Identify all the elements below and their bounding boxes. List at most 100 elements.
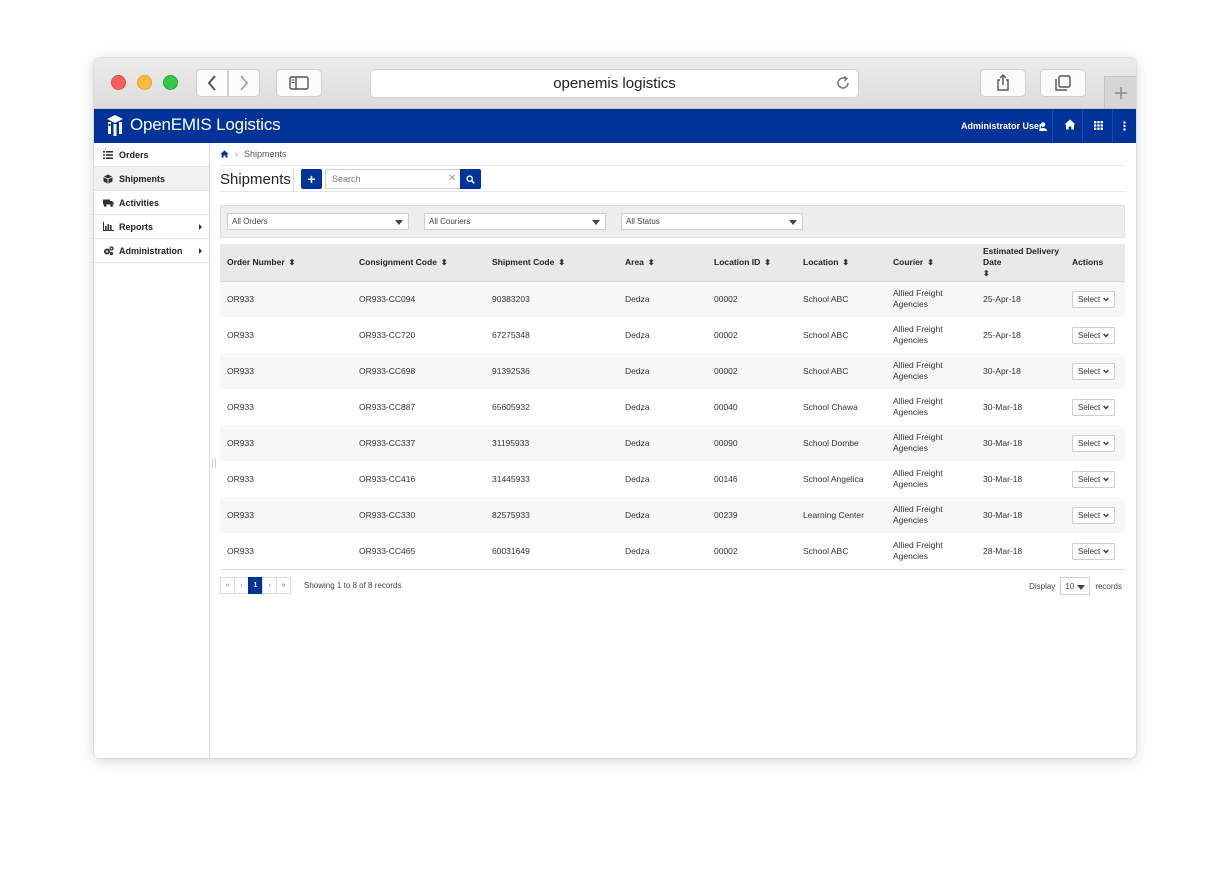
page-1-button[interactable]: 1 xyxy=(248,577,263,594)
new-tab-button[interactable] xyxy=(1104,76,1136,108)
table-row: OR933 OR933-CC416 31445933 Dedza 00146 School… xyxy=(220,461,1125,497)
close-window-button[interactable] xyxy=(111,75,126,90)
sort-icon[interactable]: ⬍ xyxy=(983,268,990,279)
search-button[interactable] xyxy=(460,169,481,189)
forward-button[interactable] xyxy=(228,69,260,97)
column-header-area[interactable]: Area ⬍ xyxy=(618,244,707,282)
reload-icon[interactable] xyxy=(835,75,851,95)
zoom-window-button[interactable] xyxy=(163,75,178,90)
sort-icon[interactable]: ⬍ xyxy=(648,258,655,267)
location-id-cell: 00002 xyxy=(714,546,738,556)
area-cell: Dedza xyxy=(625,546,650,556)
sidebar-item-administration[interactable]: Administration xyxy=(94,239,209,263)
location-cell: School Angelica xyxy=(803,474,864,484)
actions-cell: Select xyxy=(1065,425,1125,461)
select-label: Select xyxy=(1078,510,1101,520)
column-header-courier[interactable]: Courier ⬍ xyxy=(886,244,976,282)
select-label: Select xyxy=(1078,474,1101,484)
home-icon[interactable] xyxy=(220,150,229,158)
page-size-select[interactable]: 10 xyxy=(1060,577,1091,595)
courier-text: Allied Freight Agencies xyxy=(893,504,943,525)
sort-icon[interactable]: ⬍ xyxy=(289,258,296,267)
column-header-order-number[interactable]: Order Number ⬍ xyxy=(220,244,352,282)
caret-down-icon xyxy=(1077,585,1086,590)
column-header-consignment-code[interactable]: Consignment Code ⬍ xyxy=(352,244,485,282)
sidebar-resize-handle[interactable] xyxy=(212,458,216,468)
column-header-estimated-delivery-date[interactable]: Estimated Delivery Date⬍ xyxy=(976,244,1065,282)
consignment-code-cell: OR933-CC094 xyxy=(359,294,416,305)
row-action-select-button[interactable]: Select xyxy=(1072,506,1116,524)
minimize-window-button[interactable] xyxy=(137,75,152,90)
search-input[interactable] xyxy=(325,169,461,189)
add-shipment-button[interactable]: + xyxy=(301,169,322,189)
box-icon xyxy=(102,173,114,185)
sort-icon[interactable]: ⬍ xyxy=(842,258,849,267)
chevron-down-icon xyxy=(1103,405,1110,409)
location-id-cell: 00002 xyxy=(714,294,738,305)
row-action-select-button[interactable]: Select xyxy=(1072,542,1116,560)
sort-icon[interactable]: ⬍ xyxy=(927,258,934,267)
column-header-shipment-code[interactable]: Shipment Code ⬍ xyxy=(485,244,618,282)
consignment-code-cell: OR933-CC698 xyxy=(359,366,416,376)
chevron-down-icon xyxy=(1103,333,1110,337)
select-label: Select xyxy=(1078,366,1101,376)
search-bar: ✕ xyxy=(325,169,481,189)
courier-cell: Allied Freight Agencies xyxy=(886,533,976,569)
table-row: OR933 OR933-CC887 65605932 Dedza 00040 School… xyxy=(220,389,1125,425)
user-icon[interactable] xyxy=(1039,122,1047,131)
status-filter-value: All Status xyxy=(626,217,660,226)
user-name[interactable]: Administrator User xyxy=(961,121,1043,131)
actions-cell: Select xyxy=(1065,389,1125,425)
area-cell: Dedza xyxy=(625,438,650,448)
row-action-select-button[interactable]: Select xyxy=(1072,470,1116,488)
address-bar[interactable]: openemis logistics xyxy=(370,69,859,98)
bar-chart-icon xyxy=(102,221,114,233)
sidebar-item-label: Activities xyxy=(119,197,160,208)
row-action-select-button[interactable]: Select xyxy=(1072,326,1116,344)
row-action-select-button[interactable]: Select xyxy=(1072,362,1116,380)
sort-icon[interactable]: ⬍ xyxy=(558,258,565,267)
pagination: « ‹ 1 › » xyxy=(220,577,291,594)
share-button[interactable] xyxy=(980,69,1026,97)
column-header-location[interactable]: Location ⬍ xyxy=(796,244,886,282)
last-page-button[interactable]: » xyxy=(276,577,291,594)
chevron-right-icon xyxy=(240,75,249,91)
back-button[interactable] xyxy=(196,69,228,97)
order-number-cell: OR933 xyxy=(227,294,254,305)
order-number-cell: OR933 xyxy=(227,438,254,448)
sidebar-toggle-button[interactable] xyxy=(276,69,322,97)
row-action-select-button[interactable]: Select xyxy=(1072,290,1116,308)
actions-cell: Select xyxy=(1065,461,1125,497)
couriers-filter-value: All Couriers xyxy=(429,217,471,226)
column-header-location-id[interactable]: Location ID ⬍ xyxy=(707,244,796,282)
sidebar-item-label: Reports xyxy=(119,221,154,232)
first-page-button[interactable]: « xyxy=(220,577,235,594)
sidebar-item-reports[interactable]: Reports xyxy=(94,215,209,239)
apps-grid-icon[interactable] xyxy=(1094,121,1103,130)
browser-toolbar: openemis logistics xyxy=(94,58,1136,109)
brand[interactable]: OpenEMIS Logistics xyxy=(104,113,281,137)
next-page-button[interactable]: › xyxy=(262,577,277,594)
sidebar-item-orders[interactable]: Orders xyxy=(94,143,209,167)
sidebar-item-activities[interactable]: Activities xyxy=(94,191,209,215)
display-count: Display 10 records xyxy=(1029,577,1122,595)
tabs-overview-button[interactable] xyxy=(1040,69,1086,97)
sort-icon[interactable]: ⬍ xyxy=(764,258,771,267)
couriers-filter-select[interactable]: All Couriers xyxy=(424,213,606,230)
status-filter-select[interactable]: All Status xyxy=(621,213,803,230)
order-number-cell: OR933 xyxy=(227,510,254,520)
order-number-cell: OR933 xyxy=(227,546,254,556)
sort-icon[interactable]: ⬍ xyxy=(441,258,448,267)
more-vertical-icon[interactable] xyxy=(1123,121,1126,131)
list-icon xyxy=(102,149,114,161)
orders-filter-select[interactable]: All Orders xyxy=(227,213,409,230)
clear-icon[interactable]: ✕ xyxy=(448,173,456,184)
sidebar-item-shipments[interactable]: Shipments xyxy=(94,167,209,191)
prev-page-button[interactable]: ‹ xyxy=(234,577,249,594)
row-action-select-button[interactable]: Select xyxy=(1072,434,1116,452)
row-action-select-button[interactable]: Select xyxy=(1072,398,1116,416)
page-title: Shipments xyxy=(220,171,291,188)
home-icon[interactable] xyxy=(1064,119,1076,130)
order-number-cell: OR933 xyxy=(227,366,254,376)
select-label: Select xyxy=(1078,438,1101,448)
